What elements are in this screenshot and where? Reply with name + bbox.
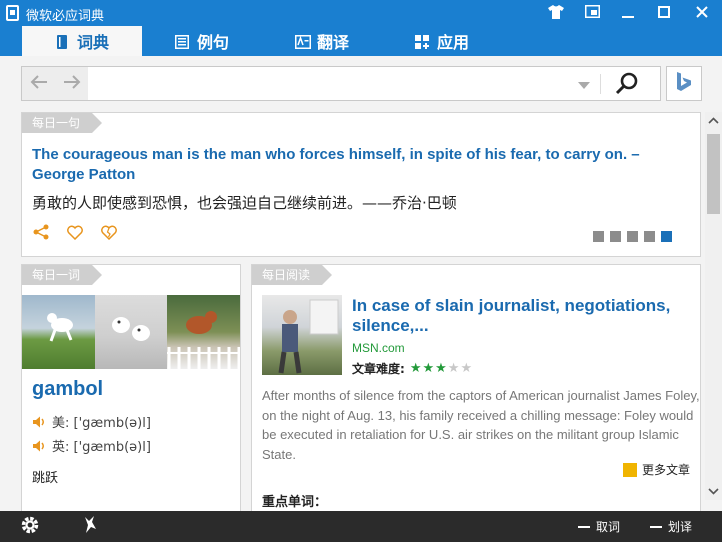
- bing-small-icon: [622, 462, 637, 477]
- pagination-dot[interactable]: [627, 231, 638, 242]
- difficulty-stars: ★★★★★: [409, 361, 472, 376]
- mini-window-icon: [584, 5, 600, 21]
- select-translate-toggle[interactable]: 划译: [650, 511, 692, 542]
- pagination-dot[interactable]: [661, 231, 672, 242]
- daily-word[interactable]: gambol: [32, 378, 103, 401]
- us-phonetic: 美: ['gæmb(ə)l]: [52, 416, 151, 431]
- main-tabs: 词典 例句 翻译 应用: [0, 26, 722, 56]
- daily-reading-card: 每日阅读 In case of slain journalist, negoti…: [251, 264, 701, 514]
- goat-photo-1: [22, 295, 95, 369]
- speaker-icon[interactable]: [32, 415, 46, 429]
- quote-chinese: 勇敢的人即使感到恐惧，也会强迫自己继续前进。——乔治·巴顿: [32, 194, 457, 212]
- article-source[interactable]: MSN.com: [352, 341, 405, 355]
- like-heart-icon[interactable]: [66, 223, 84, 241]
- word-capture-toggle[interactable]: 取词: [578, 511, 620, 542]
- minimize-button[interactable]: [610, 0, 646, 26]
- us-pronunciation: 美: ['gæmb(ə)l]: [32, 412, 151, 431]
- maximize-icon: [658, 5, 670, 21]
- skin-button[interactable]: [538, 0, 574, 26]
- search-divider: [600, 74, 601, 94]
- search-bar: [21, 66, 661, 101]
- apps-grid-icon: [414, 34, 429, 49]
- daily-word-card: 每日一词 gambol 美: ['gæmb(ə)l] 英: ['gæmb(ə)l…: [21, 264, 241, 514]
- bottom-bar: 取词 划译: [0, 511, 722, 542]
- pagination-dot[interactable]: [644, 231, 655, 242]
- gear-icon: [20, 515, 40, 538]
- puppy-photo: [94, 295, 168, 369]
- share-icon[interactable]: [32, 223, 50, 241]
- pagination-dot[interactable]: [610, 231, 621, 242]
- star-icon: ★: [422, 361, 435, 376]
- tab-examples[interactable]: 例句: [142, 26, 262, 56]
- more-articles-link[interactable]: 更多文章: [622, 461, 690, 478]
- star-icon: ★: [460, 361, 473, 376]
- scroll-down-icon[interactable]: [705, 483, 722, 500]
- select-translate-label: 划译: [668, 520, 693, 534]
- star-icon: ★: [447, 361, 460, 376]
- tab-apps[interactable]: 应用: [382, 26, 502, 56]
- bing-logo-icon: [675, 71, 693, 96]
- tab-label: 翻译: [316, 33, 349, 52]
- bing-search-button[interactable]: [666, 66, 702, 101]
- keywords-heading: 重点单词：: [262, 495, 328, 510]
- article-photo[interactable]: [262, 295, 342, 375]
- feedback-icon: [82, 515, 98, 538]
- window-title: 微软必应词典: [26, 9, 105, 24]
- history-nav: [22, 67, 88, 100]
- article-title[interactable]: In case of slain journalist, negotiation…: [352, 296, 697, 336]
- daily-reading-tag: 每日阅读: [252, 265, 333, 285]
- tab-translate[interactable]: 翻译: [262, 26, 382, 56]
- toggle-dash-icon: [578, 525, 590, 528]
- maximize-button[interactable]: [646, 0, 682, 26]
- close-icon: [696, 5, 708, 21]
- scroll-thumb[interactable]: [707, 134, 720, 214]
- toggle-dash-icon: [650, 525, 662, 528]
- pagination-dot[interactable]: [593, 231, 604, 242]
- article-excerpt: After months of silence from the captors…: [262, 388, 700, 462]
- tab-label: 应用: [436, 33, 469, 52]
- vertical-scrollbar[interactable]: [705, 112, 722, 500]
- search-input[interactable]: [92, 71, 582, 96]
- broken-heart-icon[interactable]: [100, 223, 118, 241]
- quote-actions: [32, 223, 118, 241]
- more-articles-label: 更多文章: [641, 463, 690, 477]
- star-icon: ★: [409, 361, 422, 376]
- search-button[interactable]: [614, 71, 644, 97]
- daily-sentence-tag: 每日一句: [22, 113, 103, 133]
- word-capture-label: 取词: [596, 520, 621, 534]
- jumping-dog-photo: [167, 295, 241, 369]
- settings-button[interactable]: [20, 511, 40, 542]
- scroll-up-icon[interactable]: [705, 112, 722, 129]
- quote-english: The courageous man is the man who forces…: [32, 146, 640, 183]
- minimize-icon: [622, 5, 634, 21]
- history-dropdown-icon[interactable]: [578, 82, 590, 89]
- uk-pronunciation: 英: ['gæmb(ə)l]: [32, 436, 151, 455]
- speaker-icon[interactable]: [32, 439, 46, 453]
- magnifier-icon: [614, 72, 640, 100]
- tab-label: 词典: [76, 33, 109, 52]
- tshirt-icon: [548, 4, 564, 22]
- uk-phonetic: 英: ['gæmb(ə)l]: [52, 440, 151, 455]
- tab-dictionary[interactable]: 词典: [22, 26, 142, 56]
- quote-pagination: [593, 231, 672, 242]
- word-meaning: 跳跃: [32, 471, 59, 486]
- article-difficulty: 文章难度: ★★★★★: [352, 360, 472, 377]
- forward-arrow-icon[interactable]: [63, 72, 81, 95]
- translate-icon: [294, 34, 311, 49]
- word-image-strip: [22, 295, 241, 369]
- examples-icon: [174, 34, 189, 49]
- difficulty-label: 文章难度:: [352, 362, 405, 376]
- dictionary-app-icon: [6, 5, 19, 21]
- star-icon: ★: [435, 361, 447, 376]
- book-icon: [55, 34, 69, 49]
- mini-mode-button[interactable]: [574, 0, 610, 26]
- title-bar: 微软必应词典: [0, 0, 722, 26]
- close-button[interactable]: [684, 0, 720, 26]
- back-arrow-icon[interactable]: [30, 72, 48, 95]
- daily-sentence-card: 每日一句 The courageous man is the man who f…: [21, 112, 701, 257]
- feedback-button[interactable]: [82, 511, 98, 542]
- tab-label: 例句: [196, 33, 229, 52]
- daily-word-tag: 每日一词: [22, 265, 103, 285]
